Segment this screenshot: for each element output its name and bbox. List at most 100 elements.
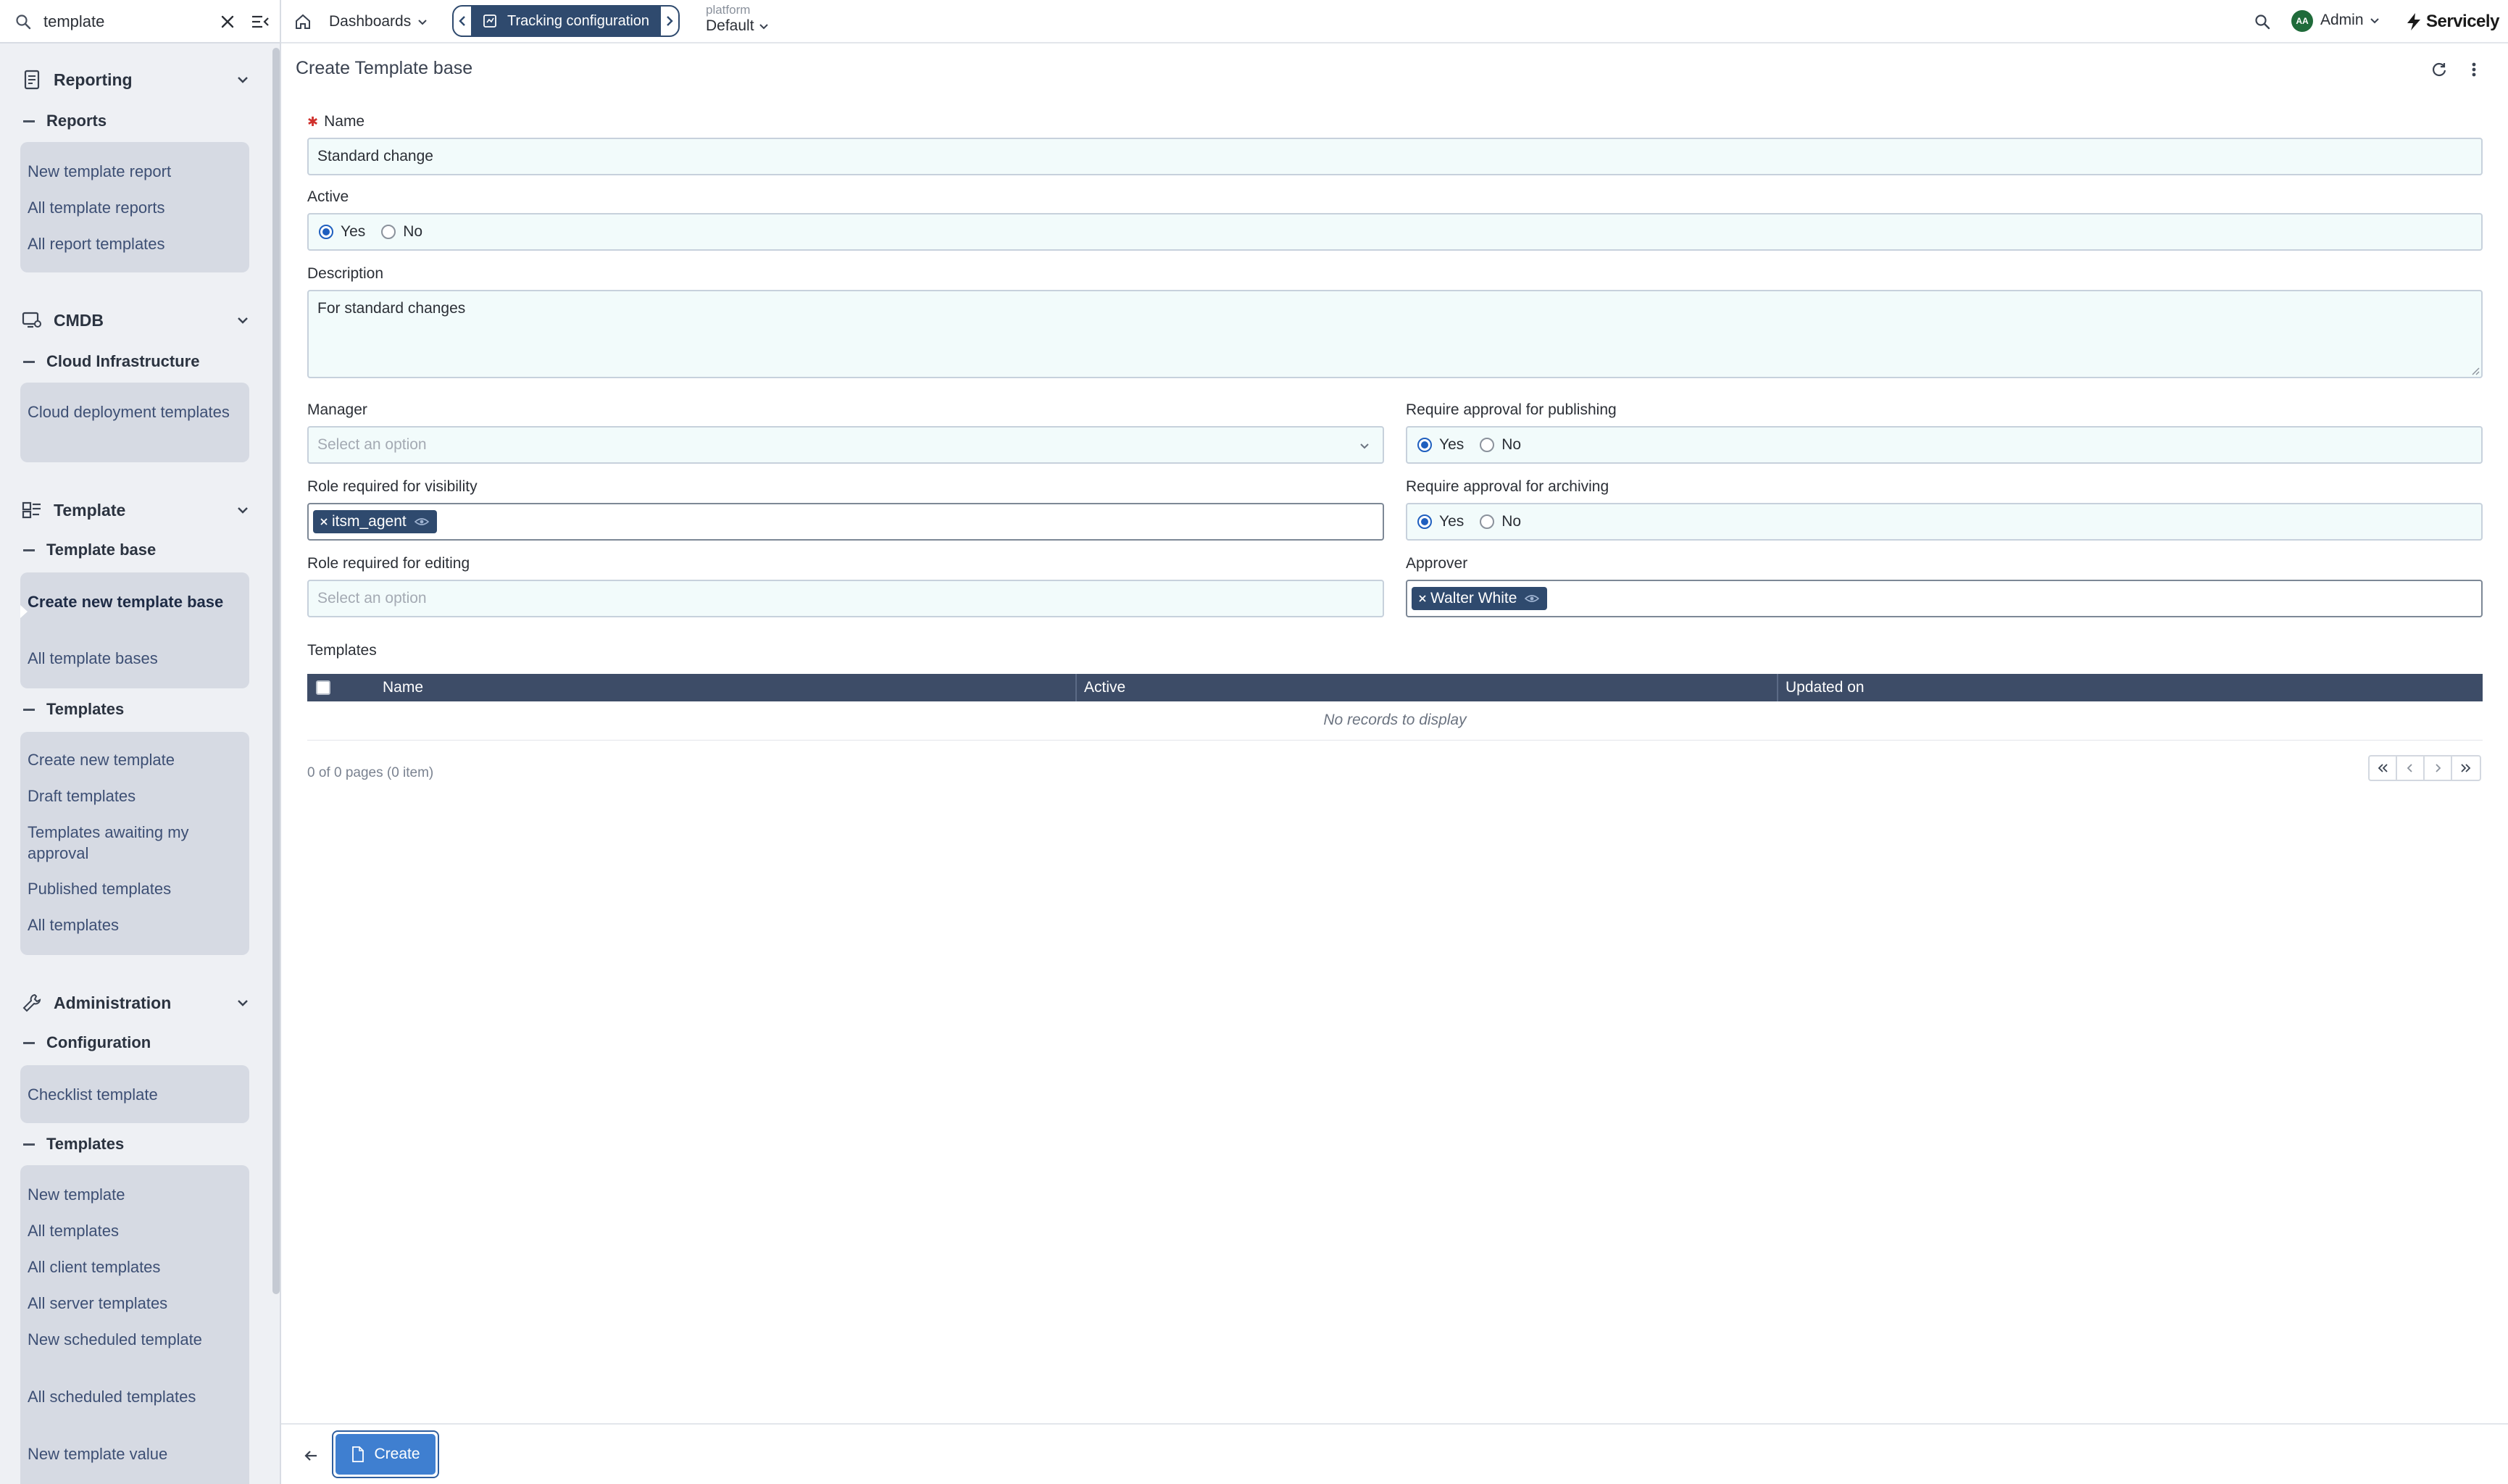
sidebar-item-published-templates[interactable]: Published templates (28, 878, 238, 899)
archiving-no-radio[interactable] (1480, 514, 1495, 529)
description-textarea[interactable]: For standard changes (307, 290, 2483, 378)
sidebar-item-all-server-templates[interactable]: All server templates (28, 1293, 238, 1314)
collapse-menu-icon[interactable] (248, 10, 272, 33)
avatar[interactable]: AA (2291, 10, 2313, 32)
active-no-radio[interactable] (381, 225, 396, 239)
eye-icon[interactable] (1524, 593, 1540, 604)
archiving-no-label[interactable]: No (1501, 513, 1521, 530)
more-vertical-icon[interactable] (2465, 58, 2483, 81)
archiving-yes-label[interactable]: Yes (1439, 513, 1464, 530)
section-administration[interactable]: Administration (20, 988, 252, 1017)
sidebar-item-new-template[interactable]: New template (28, 1184, 238, 1205)
column-active[interactable]: Active (1084, 679, 1125, 696)
tab-scroll-back-button[interactable] (452, 5, 472, 37)
publishing-yes-radio[interactable] (1417, 438, 1432, 452)
publishing-no-label[interactable]: No (1501, 436, 1521, 454)
archiving-yes-radio[interactable] (1417, 514, 1432, 529)
active-no-label[interactable]: No (403, 223, 422, 241)
chevron-down-icon[interactable] (233, 70, 252, 89)
sidebar-item-new-template-value[interactable]: New template value (28, 1443, 238, 1464)
approver-field[interactable]: Walter White (1406, 580, 2483, 617)
section-cmdb[interactable]: CMDB (20, 306, 252, 335)
subsection-cloud-infrastructure[interactable]: Cloud Infrastructure (23, 349, 199, 374)
role-visibility-field[interactable]: itsm_agent (307, 503, 1384, 541)
remove-chip-icon[interactable] (319, 517, 329, 527)
platform-label: platform (706, 3, 751, 17)
sidebar-item-all-client-templates[interactable]: All client templates (28, 1256, 238, 1277)
active-indicator (20, 605, 28, 618)
sidebar-scrollbar-thumb[interactable] (272, 48, 280, 1294)
page-title: Create Template base (296, 58, 473, 78)
subsection-template-base[interactable]: Template base (23, 538, 156, 562)
sidebar-item-new-scheduled-template[interactable]: New scheduled template (28, 1329, 238, 1350)
column-divider[interactable] (1777, 674, 1778, 701)
select-all-checkbox[interactable] (316, 680, 330, 695)
required-asterisk-icon: ✱ (307, 114, 319, 129)
name-field[interactable]: Standard change (307, 138, 2483, 175)
sidebar-item-checklist-template[interactable]: Checklist template (28, 1084, 238, 1105)
subsection-templates[interactable]: Templates (23, 697, 124, 722)
manager-select[interactable]: Select an option (307, 426, 1384, 464)
sidebar-item-new-template-report[interactable]: New template report (28, 161, 238, 182)
subsection-admin-templates[interactable]: Templates (23, 1132, 124, 1156)
sidebar-item-admin-all-templates[interactable]: All templates (28, 1220, 238, 1241)
platform-selector[interactable]: Default (706, 17, 770, 35)
empty-message: No records to display (1323, 712, 1467, 728)
sidebar-item-all-template-reports[interactable]: All template reports (28, 197, 238, 218)
dashboards-menu[interactable]: Dashboards (329, 9, 430, 35)
column-divider[interactable] (1075, 674, 1077, 701)
search-icon[interactable] (2251, 10, 2274, 33)
sidebar-item-all-template-bases[interactable]: All template bases (28, 648, 238, 669)
chevron-down-icon (1357, 438, 1372, 454)
sidebar-item-all-report-templates[interactable]: All report templates (28, 233, 238, 254)
chevron-down-icon[interactable] (233, 501, 252, 520)
tab-tracking-configuration[interactable]: Tracking configuration (472, 5, 659, 37)
active-yes-label[interactable]: Yes (341, 223, 365, 241)
tab-scroll-forward-button[interactable] (659, 5, 680, 37)
active-yes-radio[interactable] (319, 225, 333, 239)
section-template[interactable]: Template (20, 496, 252, 525)
section-title: Template (54, 500, 126, 520)
sidebar-item-all-scheduled-templates[interactable]: All scheduled templates (28, 1386, 238, 1407)
last-page-button[interactable] (2452, 756, 2480, 780)
home-icon[interactable] (291, 10, 314, 33)
sidebar-item-draft-templates[interactable]: Draft templates (28, 785, 238, 806)
section-title: Administration (54, 993, 172, 1012)
require-archiving-radio-group: Yes No (1406, 503, 2483, 541)
close-icon[interactable] (216, 10, 239, 33)
role-chip-label: itsm_agent (332, 513, 407, 530)
first-page-button[interactable] (2370, 756, 2397, 780)
refresh-icon[interactable] (2428, 58, 2451, 81)
subsection-reports[interactable]: Reports (23, 109, 107, 133)
chevron-down-icon[interactable] (233, 311, 252, 330)
role-editing-label: Role required for editing (307, 555, 470, 572)
resize-grip-icon[interactable] (2470, 365, 2480, 375)
collapse-dash-icon (23, 708, 35, 711)
double-chevron-left-icon (2378, 764, 2388, 772)
dashboards-label: Dashboards (329, 13, 412, 30)
prev-page-button[interactable] (2397, 756, 2425, 780)
user-menu[interactable]: Admin (2320, 12, 2381, 29)
column-name[interactable]: Name (383, 679, 423, 696)
publishing-yes-label[interactable]: Yes (1439, 436, 1464, 454)
section-reporting[interactable]: Reporting (20, 65, 252, 94)
section-title: CMDB (54, 310, 104, 330)
role-editing-field[interactable]: Select an option (307, 580, 1384, 617)
chevron-down-icon (757, 20, 770, 33)
arrow-left-icon[interactable] (300, 1445, 322, 1467)
sidebar-item-create-new-template-base[interactable]: Create new template base (28, 591, 238, 612)
sidebar-search-input[interactable] (42, 9, 209, 35)
sidebar-item-all-templates[interactable]: All templates (28, 914, 238, 935)
next-page-button[interactable] (2425, 756, 2452, 780)
remove-chip-icon[interactable] (1417, 593, 1428, 604)
sidebar-item-templates-awaiting-approval[interactable]: Templates awaiting my approval (28, 822, 238, 864)
tab-label: Tracking configuration (507, 12, 650, 29)
eye-icon[interactable] (414, 516, 430, 528)
sidebar-item-cloud-deployment-templates[interactable]: Cloud deployment templates (28, 401, 238, 422)
publishing-no-radio[interactable] (1480, 438, 1495, 452)
column-updated-on[interactable]: Updated on (1786, 679, 1865, 696)
sidebar-item-create-new-template[interactable]: Create new template (28, 749, 238, 770)
chevron-down-icon[interactable] (233, 993, 252, 1012)
subsection-configuration[interactable]: Configuration (23, 1030, 151, 1055)
create-button[interactable]: Create (332, 1430, 439, 1478)
